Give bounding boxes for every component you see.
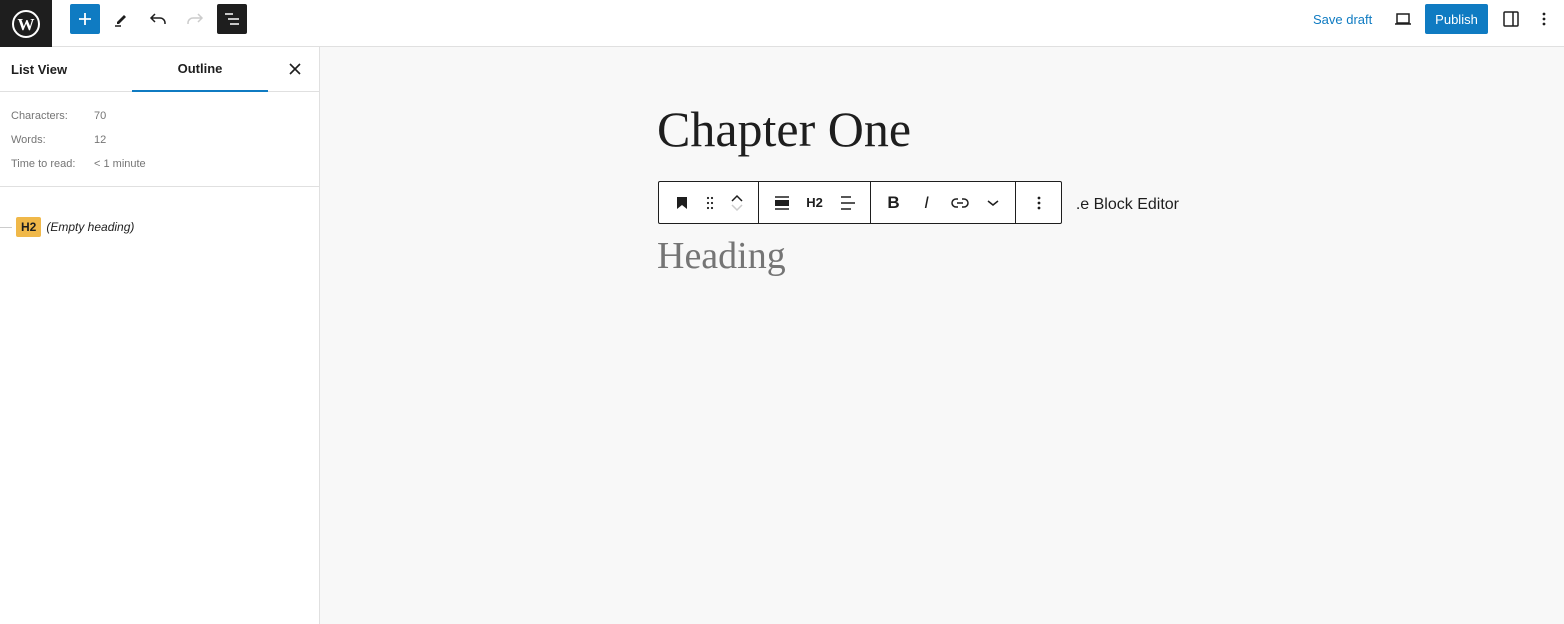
drag-handle-icon <box>706 196 714 209</box>
tab-list-view[interactable]: List View <box>11 47 67 92</box>
chevron-down-icon <box>987 199 998 206</box>
block-type-button[interactable] <box>665 182 698 223</box>
text-align-left-icon <box>840 195 855 210</box>
align-wide-button[interactable] <box>765 182 798 223</box>
bold-button[interactable]: B <box>877 182 910 223</box>
stat-value: 70 <box>94 110 107 122</box>
tools-button[interactable] <box>106 4 136 34</box>
pencil-icon <box>115 15 126 27</box>
link-button[interactable] <box>943 182 976 223</box>
italic-button[interactable]: I <box>910 182 943 223</box>
outline-list: H2 (Empty heading) <box>0 187 319 239</box>
stat-value: < 1 minute <box>94 158 146 170</box>
block-toolbar: H2 B I <box>658 181 1062 224</box>
editor-canvas: Chapter One e Block Editor. Heading H2 B… <box>321 48 1564 624</box>
undo-button[interactable] <box>143 4 173 34</box>
svg-text:W: W <box>18 15 35 34</box>
stat-time-to-read: Time to read: < 1 minute <box>11 152 308 176</box>
block-options-button[interactable] <box>1022 182 1055 223</box>
document-overview-icon <box>225 13 239 25</box>
add-block-button[interactable] <box>70 4 100 34</box>
settings-button[interactable] <box>1496 4 1526 34</box>
block-toolbar-group-format: H2 <box>759 182 871 223</box>
sidebar-toggle-icon <box>1503 11 1519 27</box>
drag-handle[interactable] <box>698 182 722 223</box>
more-formatting-button[interactable] <box>976 182 1009 223</box>
wordpress-logo-icon[interactable]: W <box>0 0 52 47</box>
link-icon <box>950 197 969 208</box>
stat-value: 12 <box>94 134 107 146</box>
more-vertical-icon <box>1542 12 1546 26</box>
desktop-preview-icon <box>1395 13 1411 25</box>
bookmark-icon <box>676 196 687 209</box>
more-vertical-icon <box>1037 196 1040 209</box>
move-buttons <box>722 182 752 223</box>
top-toolbar: W Save draft Publish <box>0 0 1564 47</box>
tab-outline[interactable]: Outline <box>132 47 268 92</box>
heading-level-button[interactable]: H2 <box>798 182 831 223</box>
publish-button[interactable]: Publish <box>1425 4 1488 34</box>
redo-button[interactable] <box>180 4 210 34</box>
options-button[interactable] <box>1529 4 1559 34</box>
plus-icon <box>79 13 91 25</box>
chevron-up-icon[interactable] <box>731 194 743 203</box>
sidebar-tabs: List View Outline <box>0 47 319 92</box>
stat-label: Characters: <box>11 110 68 122</box>
align-icon <box>774 195 789 210</box>
close-sidebar-button[interactable] <box>283 57 307 81</box>
stat-label: Words: <box>11 134 46 146</box>
stat-label: Time to read: <box>11 158 76 170</box>
document-overview-sidebar: List View Outline Characters: 70 Words: 12… <box>0 47 320 624</box>
save-draft-button[interactable]: Save draft <box>1305 4 1380 34</box>
stat-characters: Characters: 70 <box>11 104 308 128</box>
undo-icon <box>149 13 166 24</box>
heading-block-placeholder[interactable]: Heading <box>657 234 786 278</box>
outline-item[interactable]: H2 (Empty heading) <box>0 215 319 239</box>
block-toolbar-group-inline: B I <box>871 182 1016 223</box>
paragraph-block[interactable]: e Block Editor. <box>1059 196 1179 214</box>
close-icon <box>289 63 301 75</box>
outline-connector <box>0 226 12 228</box>
block-toolbar-group-options <box>1016 182 1061 223</box>
redo-icon <box>187 13 204 24</box>
document-overview-button[interactable] <box>217 4 247 34</box>
post-title[interactable]: Chapter One <box>657 100 911 158</box>
heading-level-badge: H2 <box>16 217 42 237</box>
document-stats: Characters: 70 Words: 12 Time to read: < 1 … <box>0 92 319 187</box>
block-toolbar-group-parent <box>659 182 759 223</box>
chevron-down-icon[interactable] <box>731 203 743 212</box>
text-align-button[interactable] <box>831 182 864 223</box>
preview-button[interactable] <box>1388 4 1418 34</box>
outline-item-text: (Empty heading) <box>46 220 135 234</box>
stat-words: Words: 12 <box>11 128 308 152</box>
